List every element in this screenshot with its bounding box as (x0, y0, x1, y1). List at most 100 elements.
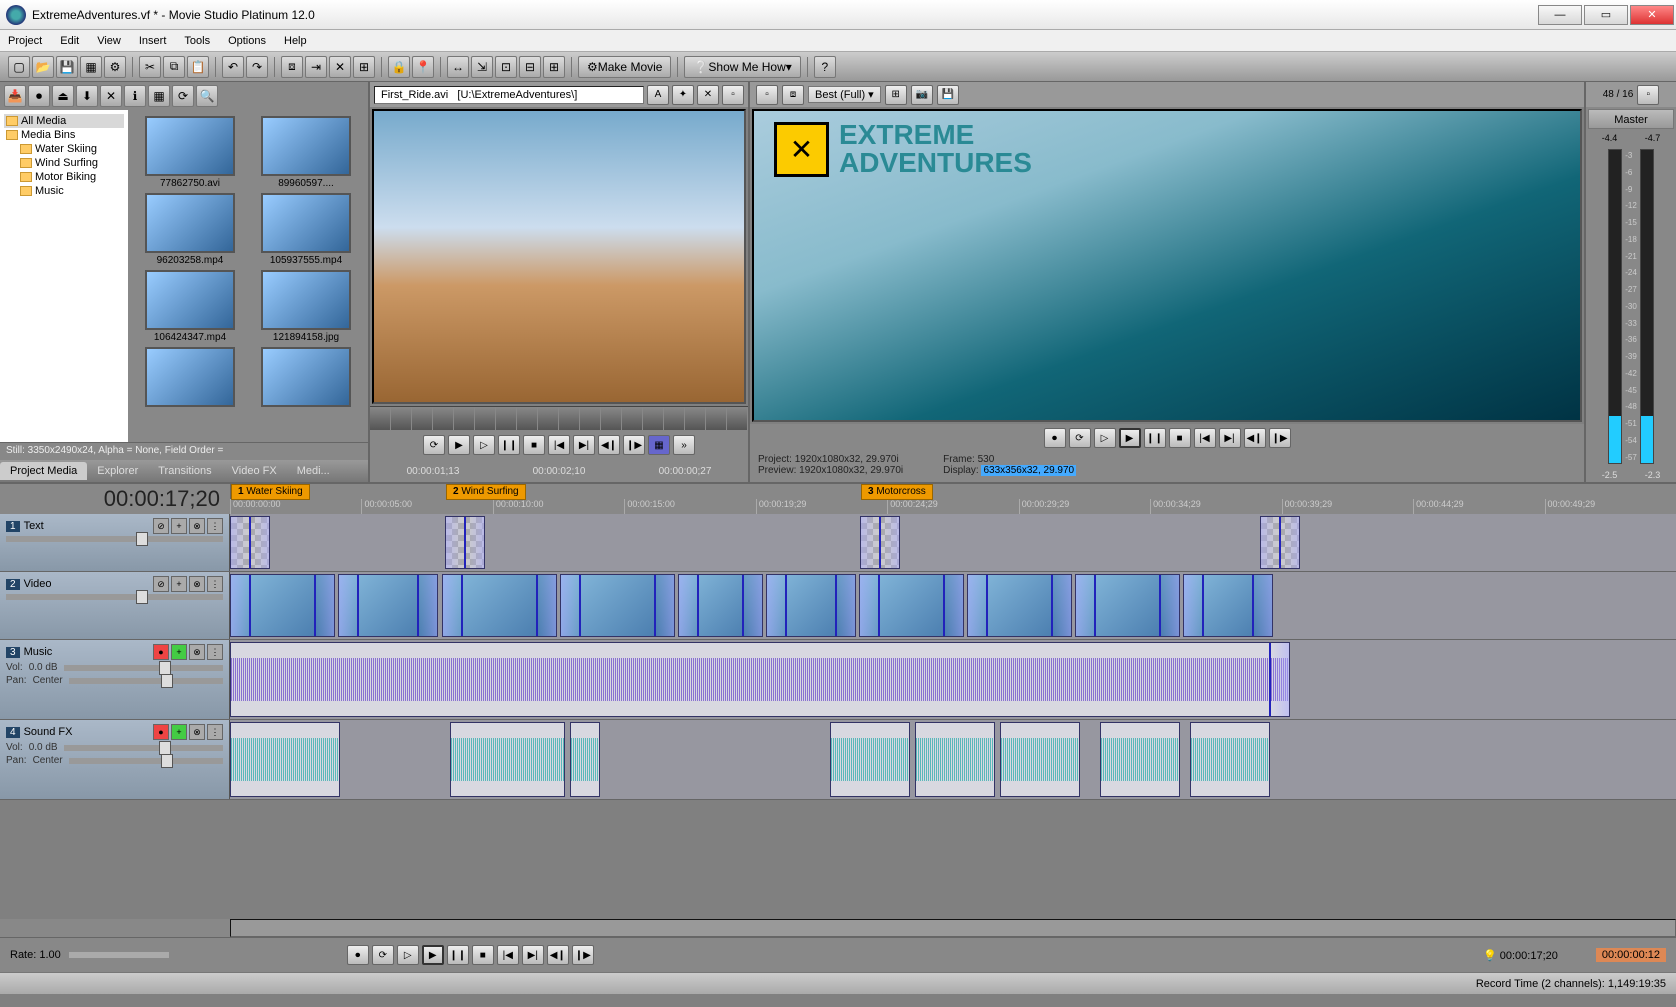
minimize-button[interactable]: — (1538, 5, 1582, 25)
menu-view[interactable]: View (97, 35, 121, 47)
marker-icon[interactable]: 📍 (412, 56, 434, 78)
fx-icon[interactable]: + (171, 644, 187, 660)
mute-icon[interactable]: ⊗ (189, 576, 205, 592)
snap-icon[interactable]: ⧈ (281, 56, 303, 78)
copy-icon[interactable]: ⧉ (163, 56, 185, 78)
tree-media-bins[interactable]: Media Bins (4, 128, 124, 142)
import-icon[interactable]: 📥 (4, 85, 26, 107)
record-icon[interactable]: ⏺ (347, 945, 369, 965)
track-body-text[interactable] (230, 514, 1676, 571)
text-clip[interactable] (445, 516, 485, 569)
mute-icon[interactable]: ⊗ (189, 644, 205, 660)
mute-icon[interactable]: ⊗ (189, 518, 205, 534)
track-body-music[interactable] (230, 640, 1676, 719)
media-thumb[interactable]: 77862750.avi (134, 116, 246, 189)
play-icon[interactable]: ▶ (422, 945, 444, 965)
preview-viewport[interactable]: ✕ EXTREMEADVENTURES (752, 109, 1582, 422)
menu-help[interactable]: Help (284, 35, 307, 47)
end-icon[interactable]: ▶| (573, 435, 595, 455)
sfx-clip[interactable] (450, 722, 565, 797)
trim-out[interactable]: 00:00:02;10 (533, 466, 586, 477)
video-clip[interactable] (338, 574, 438, 637)
sfx-clip[interactable] (915, 722, 995, 797)
selection-length[interactable]: 00:00:00:12 (1596, 948, 1666, 962)
mute-icon[interactable]: ⊗ (189, 724, 205, 740)
trimmer-viewport[interactable] (372, 109, 746, 404)
capture-icon[interactable]: ⏺ (28, 85, 50, 107)
prev-grid-icon[interactable]: ⊞ (885, 85, 907, 105)
meter-ext-icon[interactable]: ▫ (1637, 85, 1659, 105)
stop-icon[interactable]: ■ (523, 435, 545, 455)
marker-2[interactable]: 2 Wind Surfing (446, 484, 526, 500)
media-thumb[interactable]: 121894158.jpg (250, 270, 362, 343)
preview-quality-dropdown[interactable]: Best (Full) ▾ (808, 86, 881, 103)
paste-icon[interactable]: 📋 (187, 56, 209, 78)
sfx-clip[interactable] (1100, 722, 1180, 797)
video-clip[interactable] (1075, 574, 1180, 637)
sfx-clip[interactable] (1000, 722, 1080, 797)
record-icon[interactable]: ⏺ (1044, 428, 1066, 448)
bypass-icon[interactable]: ⊘ (153, 576, 169, 592)
meter-left[interactable] (1608, 149, 1622, 464)
video-clip[interactable] (967, 574, 1072, 637)
track-body-soundfx[interactable] (230, 720, 1676, 799)
tree-all-media[interactable]: All Media (4, 114, 124, 128)
lock-icon[interactable]: 🔒 (388, 56, 410, 78)
next-icon[interactable]: ❙▶ (623, 435, 645, 455)
timeline-scrollbar[interactable] (230, 919, 1676, 937)
video-clip[interactable] (560, 574, 675, 637)
add-icon[interactable]: ▦ (648, 435, 670, 455)
stop-icon[interactable]: ■ (1169, 428, 1191, 448)
fx-icon[interactable]: + (171, 518, 187, 534)
trim-fx-icon[interactable]: ✦ (672, 85, 694, 105)
undo-icon[interactable]: ↶ (222, 56, 244, 78)
video-clip[interactable] (859, 574, 964, 637)
start-icon[interactable]: |◀ (548, 435, 570, 455)
prev-split-icon[interactable]: ⧈ (782, 85, 804, 105)
remove-icon[interactable]: ✕ (100, 85, 122, 107)
new-icon[interactable]: ▢ (8, 56, 30, 78)
more-icon[interactable]: ⋮ (207, 576, 223, 592)
nextframe-icon[interactable]: ❙▶ (572, 945, 594, 965)
menu-options[interactable]: Options (228, 35, 266, 47)
track-header-music[interactable]: 3Music ●+⊗⋮ Vol:0.0 dB Pan:Center (0, 640, 230, 719)
trimmer-ruler[interactable] (370, 406, 748, 430)
marker-3[interactable]: 3 Motorcross (861, 484, 933, 500)
media-thumb[interactable] (250, 347, 362, 407)
prev-ext-icon[interactable]: ▫ (756, 85, 778, 105)
pan-slider[interactable] (69, 678, 223, 684)
show-me-how-button[interactable]: ❔ Show Me How ▾ (684, 56, 800, 78)
bypass-icon[interactable]: ⊘ (153, 518, 169, 534)
start-icon[interactable]: |◀ (1194, 428, 1216, 448)
menu-insert[interactable]: Insert (139, 35, 167, 47)
make-movie-button[interactable]: ⚙ Make Movie (578, 56, 671, 78)
menu-edit[interactable]: Edit (60, 35, 79, 47)
tree-bin-waterskiing[interactable]: Water Skiing (4, 142, 124, 156)
timeline-timecode[interactable]: 00:00:17;20 (0, 484, 230, 514)
play-icon[interactable]: ▶ (1119, 428, 1141, 448)
sfx-clip[interactable] (1190, 722, 1270, 797)
prev-save-icon[interactable]: 💾 (937, 85, 959, 105)
stop-icon[interactable]: ■ (472, 945, 494, 965)
fx-icon[interactable]: + (171, 576, 187, 592)
search-icon[interactable]: 🔍 (196, 85, 218, 107)
views-icon[interactable]: ▦ (148, 85, 170, 107)
media-bins-tree[interactable]: All Media Media Bins Water Skiing Wind S… (0, 110, 128, 442)
render-icon[interactable]: ▦ (80, 56, 102, 78)
pause-icon[interactable]: ❙❙ (447, 945, 469, 965)
get-media-icon[interactable]: ⬇ (76, 85, 98, 107)
nextframe-icon[interactable]: ❙▶ (1269, 428, 1291, 448)
redo-icon[interactable]: ↷ (246, 56, 268, 78)
video-clip[interactable] (230, 574, 335, 637)
media-thumb[interactable]: 89960597.... (250, 116, 362, 189)
trim-del-icon[interactable]: ✕ (697, 85, 719, 105)
help-icon[interactable]: ? (814, 56, 836, 78)
sfx-clip[interactable] (830, 722, 910, 797)
end-icon[interactable]: ▶| (1219, 428, 1241, 448)
refresh-icon[interactable]: ⟳ (172, 85, 194, 107)
timeline-ruler[interactable]: 00:00:00:0000:00:05:0000:00:10:0000:00:1… (230, 499, 1676, 514)
trim-dur[interactable]: 00:00:00;27 (659, 466, 712, 477)
tab-project-media[interactable]: Project Media (0, 462, 87, 480)
prev-icon[interactable]: ◀❙ (598, 435, 620, 455)
level-slider[interactable] (6, 594, 223, 600)
